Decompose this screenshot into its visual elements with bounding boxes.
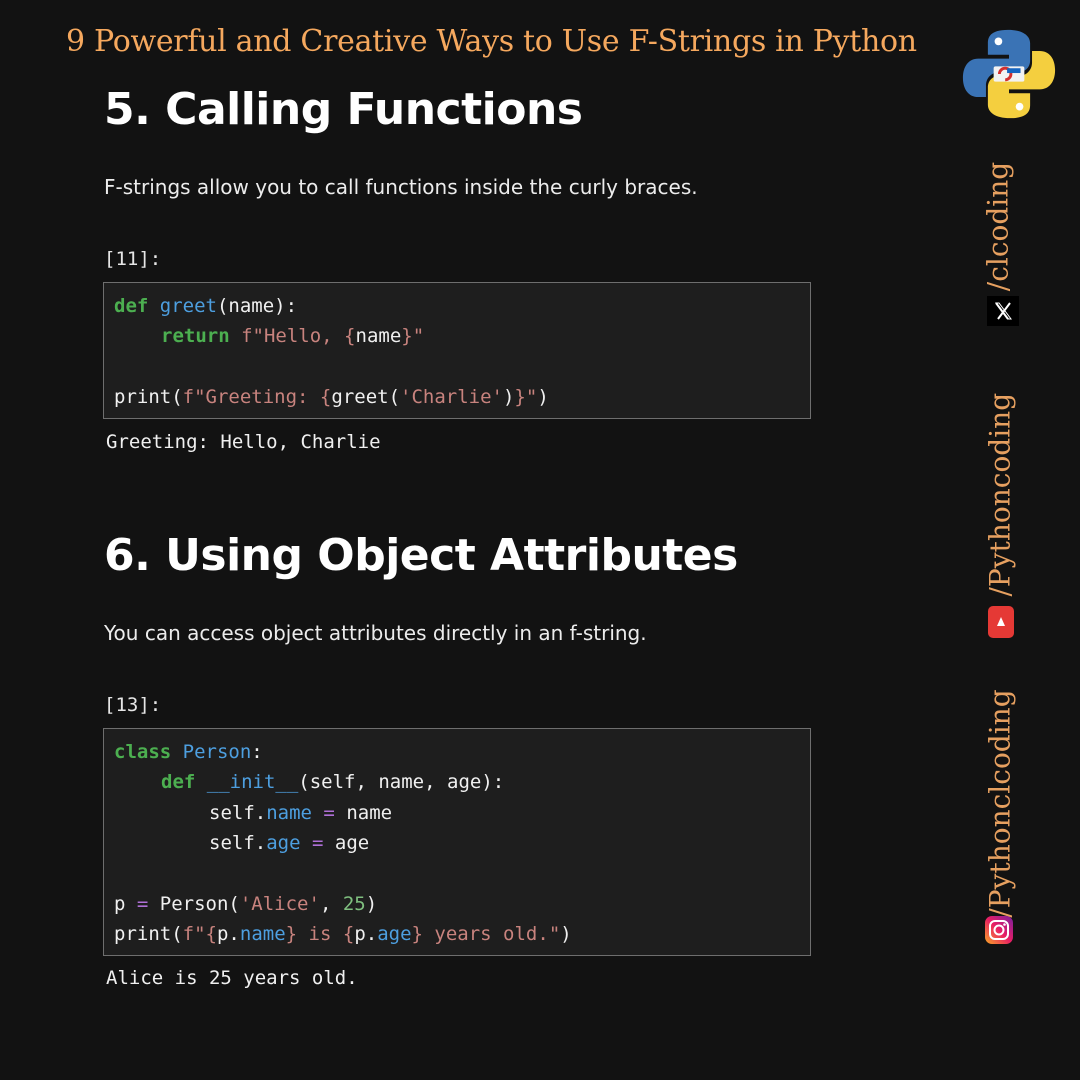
code-line: def __init__(self, name, age): bbox=[161, 771, 505, 794]
x-twitter-icon[interactable] bbox=[987, 296, 1019, 326]
code-line: def greet(name): bbox=[114, 295, 298, 317]
code-cell[interactable]: class Person: def __init__(self, name, a… bbox=[103, 728, 811, 956]
code-line: return f"Hello, {name}" bbox=[161, 325, 425, 348]
section-description: F-strings allow you to call functions in… bbox=[104, 175, 698, 199]
section-heading: 6. Using Object Attributes bbox=[104, 530, 738, 581]
cell-execution-count: [13]: bbox=[104, 694, 162, 716]
code-line: print(f"Greeting: {greet('Charlie')}") bbox=[114, 386, 549, 409]
python-logo-icon bbox=[962, 29, 1056, 119]
code-line: p = Person('Alice', 25) bbox=[114, 892, 378, 915]
handle-clcoding[interactable]: /clcoding bbox=[982, 157, 1015, 297]
youtube-icon[interactable] bbox=[988, 606, 1014, 638]
code-line: self.name = name bbox=[209, 801, 393, 824]
cell-output: Greeting: Hello, Charlie bbox=[106, 431, 381, 453]
section-description: You can access object attributes directl… bbox=[104, 621, 647, 645]
cell-output: Alice is 25 years old. bbox=[106, 967, 358, 989]
page-title: 9 Powerful and Creative Ways to Use F-St… bbox=[66, 24, 917, 59]
code-line: class Person: bbox=[114, 741, 263, 763]
instagram-icon[interactable] bbox=[985, 916, 1013, 944]
code-line: print(f"{p.name} is {p.age} years old.") bbox=[114, 923, 572, 946]
section-heading: 5. Calling Functions bbox=[104, 84, 583, 135]
code-line: self.age = age bbox=[209, 832, 370, 855]
handle-youtube[interactable]: /Pythoncoding bbox=[984, 393, 1017, 597]
cell-execution-count: [11]: bbox=[104, 248, 162, 270]
handle-instagram[interactable]: /Pythonclcoding bbox=[984, 689, 1017, 919]
code-cell[interactable]: def greet(name): return f"Hello, {name}"… bbox=[103, 282, 811, 419]
